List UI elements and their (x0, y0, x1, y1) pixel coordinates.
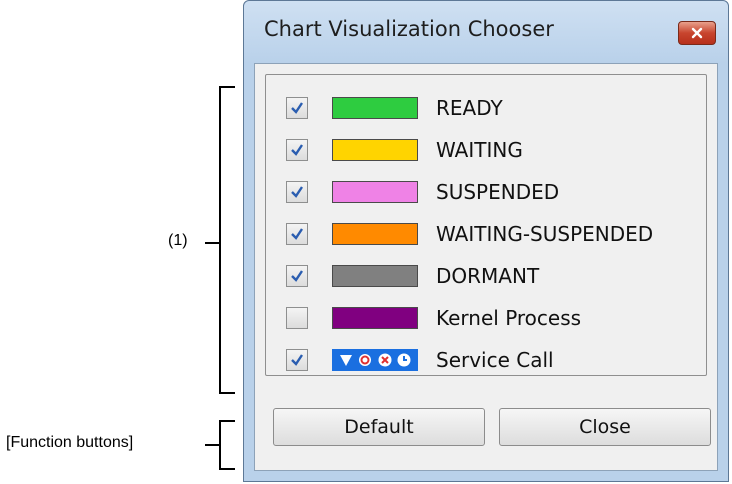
close-button[interactable]: Close (499, 408, 711, 446)
triangle-down-icon (339, 355, 352, 366)
ready-label: READY (436, 96, 503, 120)
list-callout-label: (1) (168, 232, 188, 249)
visualization-options-group: READY WAITING SUSPENDED WAITING-SUSPENDE… (265, 74, 707, 376)
default-button[interactable]: Default (273, 408, 485, 446)
service-call-label: Service Call (436, 348, 554, 372)
option-row-waiting-suspended: WAITING-SUSPENDED (266, 217, 706, 251)
buttons-callout-label: [Function buttons] (6, 434, 134, 451)
x-circle-icon (378, 353, 392, 367)
service-call-icons (332, 349, 418, 371)
service-call-checkbox[interactable] (286, 349, 308, 371)
checkmark-icon (291, 186, 303, 198)
checkmark-icon (291, 102, 303, 114)
checkmark-icon (291, 144, 303, 156)
waiting-label: WAITING (436, 138, 523, 162)
clock-icon (397, 353, 411, 367)
checkmark-icon (291, 270, 303, 282)
kernel-process-color-swatch (332, 307, 418, 329)
ready-checkbox[interactable] (286, 97, 308, 119)
window-title: Chart Visualization Chooser (264, 17, 554, 41)
dormant-label: DORMANT (436, 264, 540, 288)
close-icon (691, 27, 703, 39)
option-row-ready: READY (266, 91, 706, 125)
option-row-kernel-process: Kernel Process (266, 301, 706, 335)
ready-color-swatch (332, 97, 418, 119)
dormant-color-swatch (332, 265, 418, 287)
buttons-callout-bracket (219, 420, 235, 470)
checkmark-icon (291, 354, 303, 366)
dialog-client-area: READY WAITING SUSPENDED WAITING-SUSPENDE… (254, 63, 718, 471)
waiting-suspended-label: WAITING-SUSPENDED (436, 222, 654, 246)
suspended-checkbox[interactable] (286, 181, 308, 203)
checkmark-icon (291, 228, 303, 240)
waiting-color-swatch (332, 139, 418, 161)
waiting-suspended-checkbox[interactable] (286, 223, 308, 245)
circle-icon (359, 354, 372, 366)
buttons-callout-tick (205, 444, 219, 446)
option-row-service-call: Service Call (266, 343, 706, 377)
waiting-checkbox[interactable] (286, 139, 308, 161)
waiting-suspended-color-swatch (332, 223, 418, 245)
kernel-process-label: Kernel Process (436, 306, 582, 330)
title-bar[interactable]: Chart Visualization Chooser (244, 1, 728, 63)
suspended-color-swatch (332, 181, 418, 203)
kernel-process-checkbox[interactable] (286, 307, 308, 329)
dormant-checkbox[interactable] (286, 265, 308, 287)
list-callout-bracket (219, 86, 235, 394)
suspended-label: SUSPENDED (436, 180, 560, 204)
list-callout-tick (205, 242, 219, 244)
option-row-waiting: WAITING (266, 133, 706, 167)
option-row-dormant: DORMANT (266, 259, 706, 293)
window-close-button[interactable] (678, 21, 716, 45)
chart-visualization-dialog: Chart Visualization Chooser READY WAITIN (243, 0, 729, 482)
option-row-suspended: SUSPENDED (266, 175, 706, 209)
